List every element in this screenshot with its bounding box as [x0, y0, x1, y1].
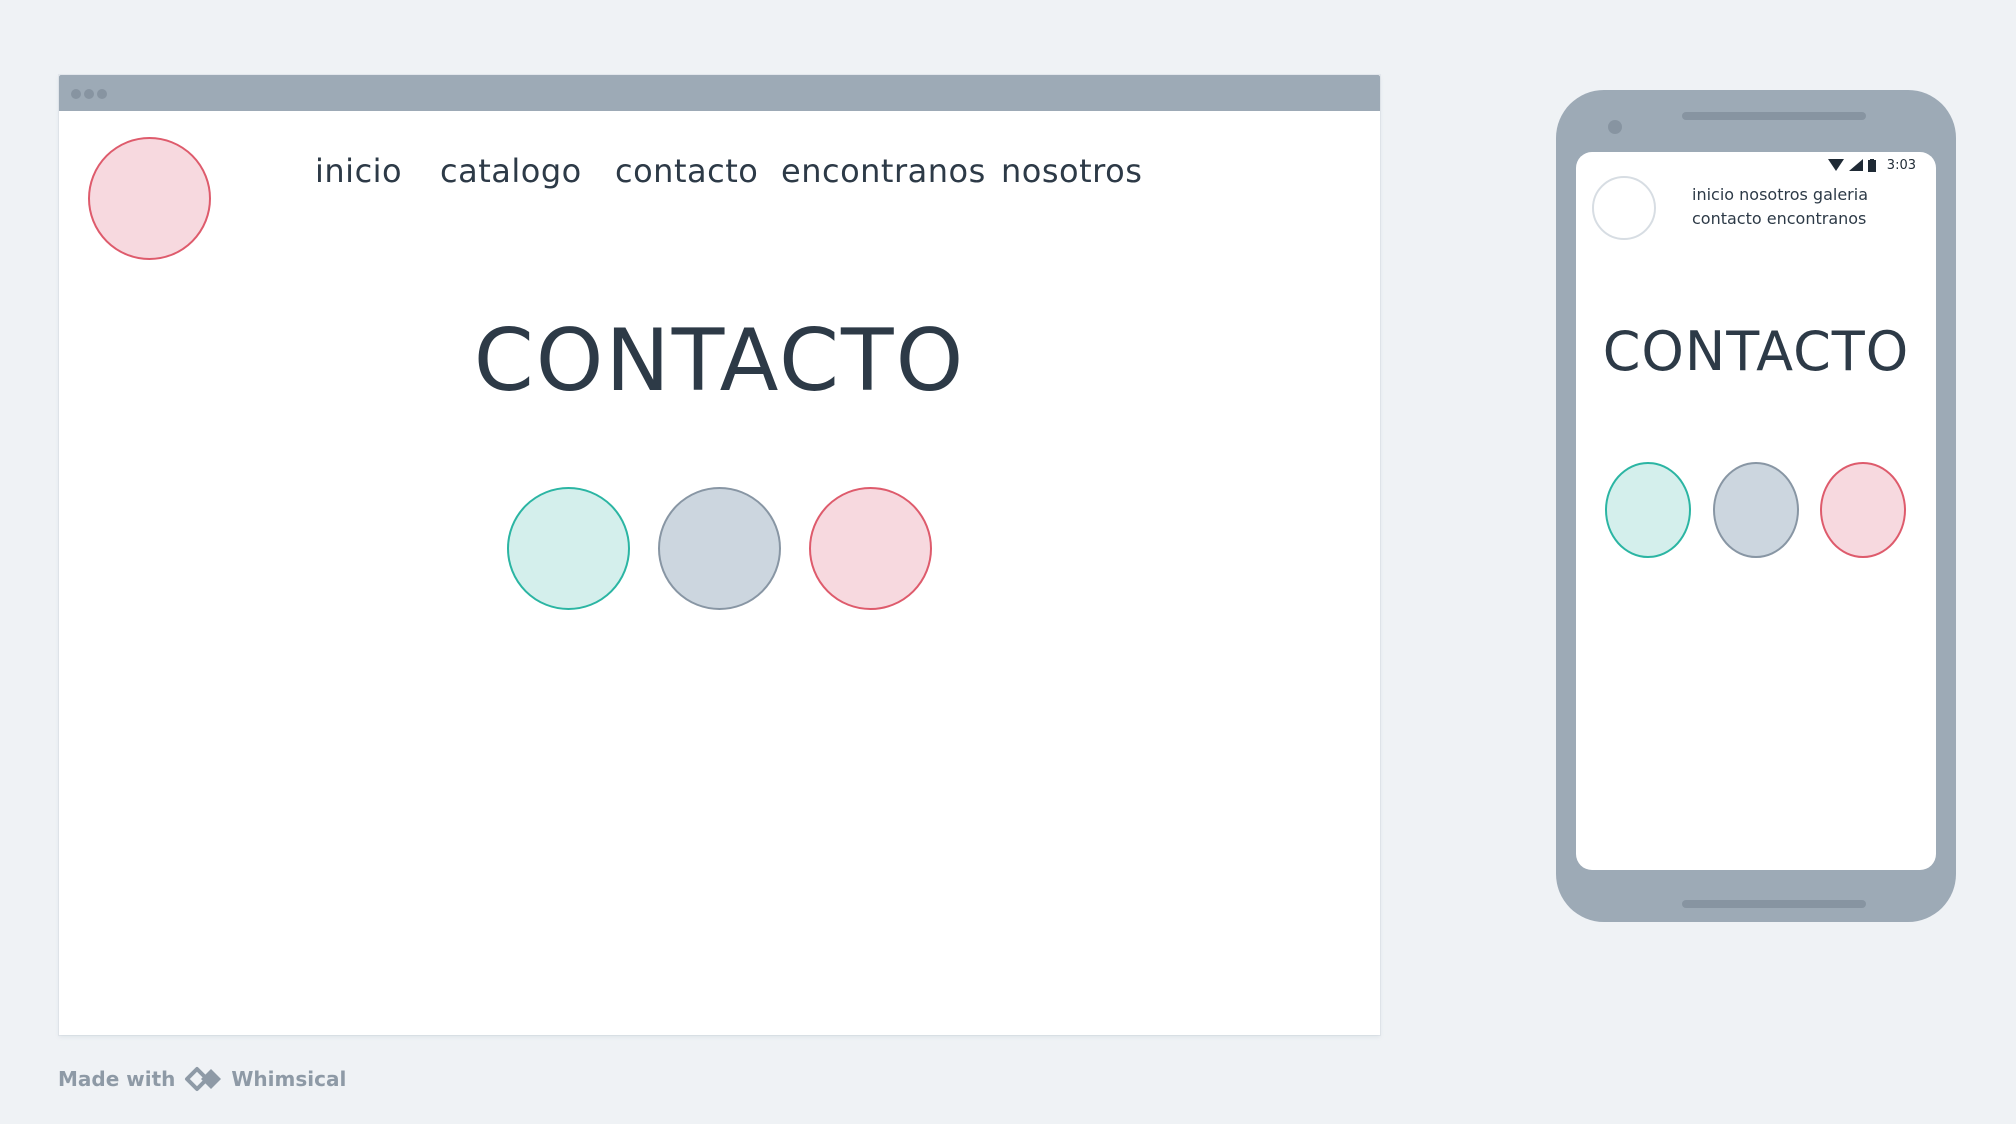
desktop-browser-frame: inicio catalogo contacto encontranos nos…: [59, 75, 1380, 1035]
status-bar: 3:03: [1827, 156, 1916, 174]
page-title: CONTACTO: [473, 311, 966, 411]
canvas: inicio catalogo contacto encontranos nos…: [0, 0, 2016, 1124]
speaker-grille: [1682, 112, 1866, 120]
window-dot-icon: [97, 89, 107, 99]
nav-item-encontranos[interactable]: encontranos: [781, 152, 986, 190]
mobile-page-title: CONTACTO: [1602, 320, 1910, 383]
contact-circle-pink[interactable]: [809, 487, 932, 610]
nav-item-catalogo[interactable]: catalogo: [440, 152, 582, 190]
home-bar: [1682, 900, 1866, 908]
signal-icon: [1848, 159, 1863, 171]
desktop-page: inicio catalogo contacto encontranos nos…: [59, 111, 1380, 1035]
window-dot-icon: [84, 89, 94, 99]
camera-icon: [1608, 120, 1622, 134]
mobile-contact-circle-teal[interactable]: [1605, 462, 1691, 558]
whimsical-brand-label: Whimsical: [231, 1067, 347, 1091]
mobile-nav-line-1[interactable]: inicio nosotros galeria: [1692, 185, 1868, 204]
browser-title-bar: [59, 75, 1380, 111]
mobile-contact-circle-pink[interactable]: [1820, 462, 1906, 558]
nav-item-inicio[interactable]: inicio: [315, 152, 402, 190]
whimsical-logo-icon: [185, 1067, 222, 1091]
mobile-phone-frame: 3:03 inicio nosotros galeria contacto en…: [1556, 90, 1956, 922]
mobile-contact-circle-gray[interactable]: [1713, 462, 1799, 558]
wifi-icon: [1827, 159, 1844, 171]
mobile-logo-circle[interactable]: [1592, 176, 1656, 240]
nav-item-contacto[interactable]: contacto: [615, 152, 758, 190]
nav-item-nosotros[interactable]: nosotros: [1001, 152, 1142, 190]
contact-circle-gray[interactable]: [658, 487, 781, 610]
status-time: 3:03: [1886, 157, 1916, 173]
contact-circle-teal[interactable]: [507, 487, 630, 610]
made-with-label: Made with: [58, 1067, 176, 1091]
made-with-footer[interactable]: Made with Whimsical: [58, 1064, 346, 1094]
mobile-screen: 3:03 inicio nosotros galeria contacto en…: [1576, 152, 1936, 870]
battery-icon: [1867, 158, 1876, 172]
mobile-nav-line-2[interactable]: contacto encontranos: [1692, 209, 1866, 228]
logo-circle[interactable]: [88, 137, 211, 260]
window-dot-icon: [71, 89, 81, 99]
